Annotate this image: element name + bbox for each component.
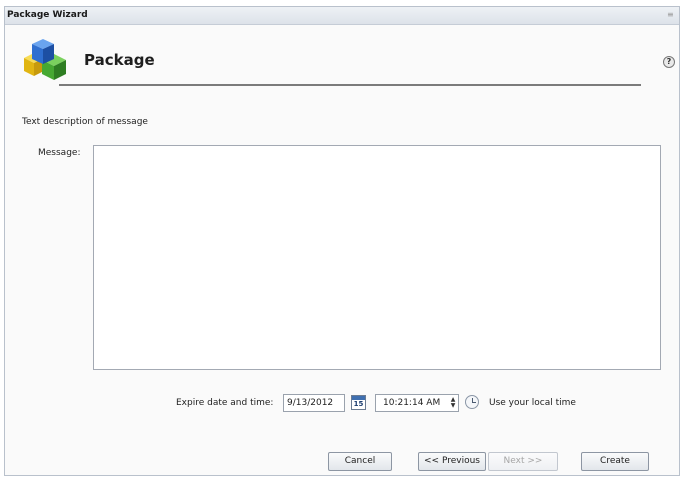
clock-hand-minute <box>472 402 476 403</box>
time-spinner[interactable]: ▲ ▼ <box>449 397 457 409</box>
clock-icon[interactable] <box>465 395 479 409</box>
title-bar[interactable]: Package Wizard ≡ <box>5 7 679 25</box>
resize-grip-icon[interactable]: ≡ <box>667 11 675 19</box>
help-icon[interactable]: ? <box>663 56 675 68</box>
spinner-down-icon[interactable]: ▼ <box>449 403 457 409</box>
package-blocks-icon <box>24 39 66 80</box>
header-divider <box>59 84 641 86</box>
expire-time-input[interactable] <box>375 394 459 412</box>
expire-date-label: Expire date and time: <box>176 398 274 408</box>
next-button[interactable]: Next >> <box>488 452 558 471</box>
page-title: Package <box>84 51 155 69</box>
cancel-button[interactable]: Cancel <box>328 452 392 471</box>
message-label: Message: <box>38 148 81 158</box>
calendar-icon-day: 15 <box>353 400 364 408</box>
description-text: Text description of message <box>22 117 148 127</box>
use-local-time-label[interactable]: Use your local time <box>489 398 576 408</box>
create-button[interactable]: Create <box>581 452 649 471</box>
message-textarea[interactable] <box>93 145 661 370</box>
expire-date-input[interactable] <box>283 394 345 412</box>
window-title: Package Wizard <box>7 10 88 20</box>
previous-button[interactable]: << Previous <box>418 452 486 471</box>
calendar-icon[interactable]: 15 <box>351 395 366 410</box>
